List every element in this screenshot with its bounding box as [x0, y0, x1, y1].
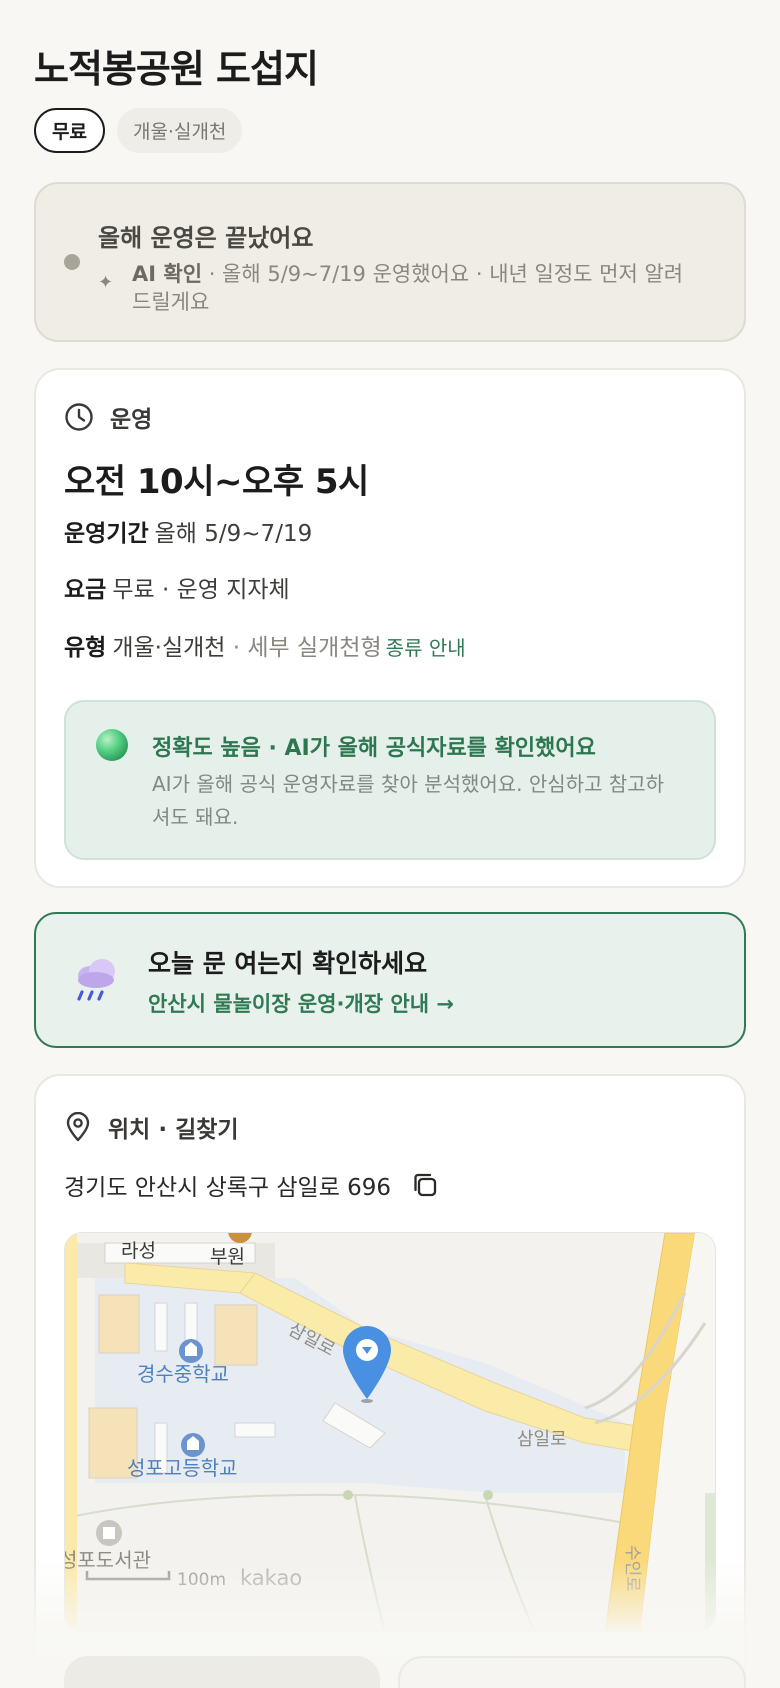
tag-chips: 무료 개울·실개천 — [34, 108, 243, 153]
type-detail: · 세부 실개천형 — [225, 635, 382, 661]
fee-key: 요금 — [64, 577, 107, 603]
page: 노적봉공원 도섭지 무료 개울·실개천 올해 운영은 끝났어요 ✦ AI 확인 … — [0, 0, 780, 1688]
status-dot — [64, 254, 80, 270]
period-value: 올해 5/9~7/19 — [154, 521, 313, 547]
fee-row: 요금 무료 · 운영 지자체 — [64, 570, 290, 604]
type-row: 유형 개울·실개천 · 세부 실개천형 종류 안내 — [64, 628, 466, 662]
map-label-buwon: 부원 — [210, 1246, 245, 1268]
location-header: 위치 · 길찾기 — [64, 1110, 239, 1144]
fee-value: 무료 · 운영 지자체 — [112, 577, 290, 603]
address-text: 경기도 안산시 상록구 삼일로 696 — [64, 1175, 392, 1201]
operation-header: 운영 — [64, 400, 152, 434]
operating-hours: 오전 10시~오후 5시 — [64, 462, 369, 502]
location-label: 위치 · 길찾기 — [108, 1117, 239, 1143]
type-value: 개울·실개천 — [112, 635, 226, 661]
accuracy-description: AI가 올해 공식 운영자료를 찾아 분석했어요. 안심하고 참고하셔도 돼요. — [152, 772, 665, 829]
operation-period-row: 운영기간 올해 5/9~7/19 — [64, 514, 312, 548]
ai-check-label: AI 확인 — [132, 262, 203, 286]
operation-label: 운영 — [110, 407, 153, 433]
rain-cloud-icon — [77, 959, 115, 1001]
map-label-raseong: 라성 — [121, 1240, 156, 1262]
check-today-card[interactable]: 오늘 문 여는지 확인하세요 안산시 물놀이장 운영·개장 안내 → — [34, 912, 746, 1048]
chip-type[interactable]: 개울·실개천 — [116, 108, 243, 153]
bottom-action-button-2[interactable] — [398, 1656, 746, 1688]
check-guide-link[interactable]: 안산시 물놀이장 운영·개장 안내 → — [148, 988, 454, 1018]
check-heading: 오늘 문 여는지 확인하세요 — [148, 949, 428, 978]
location-pin-icon — [66, 1112, 90, 1142]
map-label-school-2: 성포고등학교 — [127, 1456, 237, 1480]
season-ended-heading: 올해 운영은 끝났어요 — [98, 224, 314, 252]
accuracy-indicator-icon — [96, 729, 128, 761]
season-ai-note: AI 확인 · 올해 5/9~7/19 운영했어요 · 내년 일정도 먼저 알려… — [132, 260, 692, 316]
bottom-action-button-1[interactable] — [64, 1656, 380, 1688]
type-guide-link[interactable]: 종류 안내 — [386, 636, 466, 660]
address-row: 경기도 안산시 상록구 삼일로 696 — [64, 1168, 439, 1202]
sparkle-icon: ✦ — [98, 272, 114, 293]
page-title: 노적봉공원 도섭지 — [34, 47, 319, 91]
map-label-school-1: 경수중학교 — [137, 1362, 229, 1386]
accuracy-title: 정확도 높음 · AI가 올해 공식자료를 확인했어요 — [152, 736, 596, 761]
accuracy-box: 정확도 높음 · AI가 올해 공식자료를 확인했어요 AI가 올해 공식 운영… — [64, 700, 716, 860]
clock-icon — [65, 403, 93, 431]
type-key: 유형 — [64, 635, 107, 661]
ai-check-text: · 올해 5/9~7/19 운영했어요 · 내년 일정도 먼저 알려드릴게요 — [132, 262, 684, 314]
chip-free[interactable]: 무료 — [34, 108, 105, 153]
operation-card: 운영 오전 10시~오후 5시 운영기간 올해 5/9~7/19 요금 무료 · 운… — [34, 368, 746, 888]
copy-icon[interactable] — [411, 1171, 439, 1199]
map-road-label-2: 삼일로 — [517, 1429, 567, 1450]
season-ended-card: 올해 운영은 끝났어요 ✦ AI 확인 · 올해 5/9~7/19 운영했어요 … — [34, 182, 746, 342]
period-key: 운영기간 — [64, 521, 149, 547]
